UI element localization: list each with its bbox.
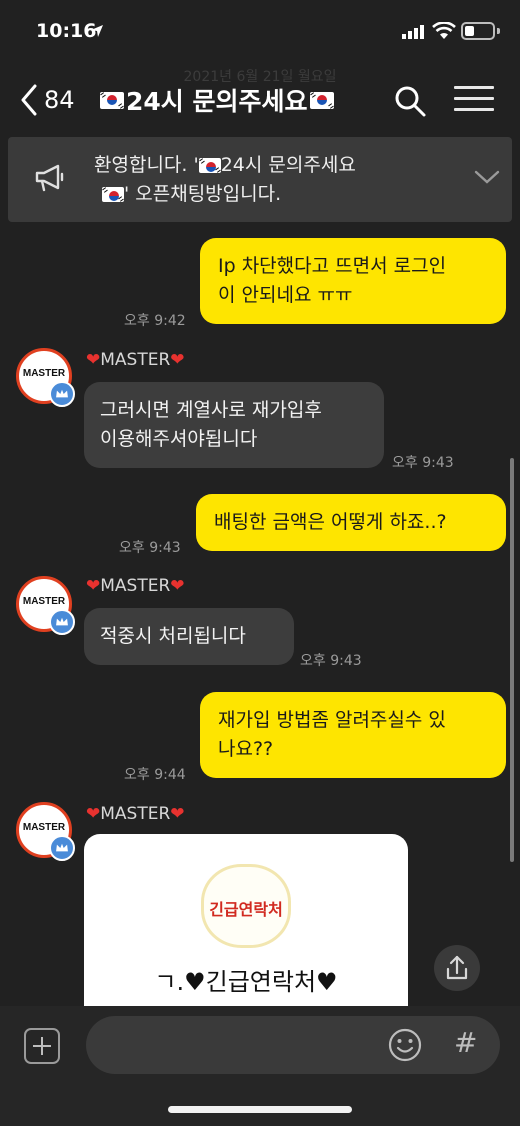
message-input[interactable]	[86, 1016, 500, 1074]
message-bubble-mine[interactable]: 재가입 방법좀 알려주실수 있 나요??	[200, 692, 506, 778]
hash-icon[interactable]: #	[454, 1026, 477, 1059]
share-button[interactable]	[434, 945, 480, 991]
search-icon[interactable]	[393, 84, 427, 118]
status-time: 10:16	[36, 20, 97, 42]
flag-icon	[198, 158, 221, 173]
signal-icon	[402, 25, 424, 39]
image-caption: ㄱ.♥긴급연락처♥	[154, 968, 338, 996]
heart-icon: ❤	[170, 804, 185, 824]
crown-icon	[49, 609, 75, 635]
wifi-icon	[432, 22, 456, 39]
input-bar: #	[0, 1006, 520, 1126]
scrollbar[interactable]	[510, 458, 514, 862]
emergency-contact-logo: 긴급연락처	[201, 864, 291, 948]
heart-icon: ❤	[170, 576, 185, 596]
room-title-text: 24시 문의주세요	[126, 87, 308, 116]
flag-icon	[309, 91, 334, 109]
chevron-down-icon[interactable]	[474, 169, 500, 185]
heart-icon: ❤	[170, 350, 185, 370]
heart-icon: ❤	[86, 576, 101, 596]
notice-banner[interactable]: 환영합니다. ' 24시 문의주세요 ' 오픈채팅방입니다.	[8, 137, 512, 222]
crown-icon	[49, 381, 75, 407]
message-timestamp: 오후 9:42	[124, 313, 186, 329]
sender-name: ❤MASTER❤	[86, 350, 185, 370]
message-timestamp: 오후 9:43	[392, 455, 454, 471]
avatar[interactable]: MASTER	[16, 348, 75, 407]
share-icon	[446, 955, 468, 980]
back-button[interactable]: 84	[20, 80, 90, 120]
avatar[interactable]: MASTER	[16, 576, 75, 635]
megaphone-icon	[35, 164, 64, 192]
menu-icon[interactable]	[454, 86, 494, 116]
crown-icon	[49, 835, 75, 861]
message-timestamp: 오후 9:44	[124, 767, 186, 783]
message-bubble-other[interactable]: 적중시 처리됩니다	[84, 608, 294, 665]
chat-header: 2021년 6월 21일 월요일 84 24시 문의주세요	[0, 62, 520, 134]
status-bar: 10:16	[0, 0, 520, 62]
battery-tip	[497, 28, 500, 34]
chat-room-title: 24시 문의주세요	[100, 82, 385, 118]
home-indicator	[168, 1106, 352, 1113]
plus-icon[interactable]	[24, 1028, 60, 1064]
image-message[interactable]: 긴급연락처 ㄱ.♥긴급연락처♥	[84, 834, 408, 1010]
message-timestamp: 오후 9:43	[300, 653, 362, 669]
battery-icon	[461, 22, 495, 40]
emoji-icon[interactable]	[388, 1028, 422, 1062]
flag-icon	[102, 187, 124, 202]
unread-count: 84	[44, 86, 75, 114]
flag-icon	[100, 91, 124, 109]
notice-text: 환영합니다. ' 24시 문의주세요 ' 오픈채팅방입니다.	[94, 154, 356, 205]
location-arrow-icon	[91, 25, 103, 37]
sender-name: ❤MASTER❤	[86, 804, 185, 824]
message-bubble-other[interactable]: 그러시면 계열사로 재가입후 이용해주셔야됩니다	[84, 382, 384, 468]
sender-name: ❤MASTER❤	[86, 576, 185, 596]
back-chevron-icon	[21, 84, 37, 116]
message-timestamp: 오후 9:43	[119, 540, 181, 556]
avatar[interactable]: MASTER	[16, 802, 75, 861]
heart-icon: ❤	[86, 804, 101, 824]
message-bubble-mine[interactable]: 배팅한 금액은 어떻게 하죠..?	[196, 494, 506, 551]
message-bubble-mine[interactable]: Ip 차단했다고 뜨면서 로그인 이 안되네요 ㅠㅠ	[200, 238, 506, 324]
heart-icon: ❤	[86, 350, 101, 370]
